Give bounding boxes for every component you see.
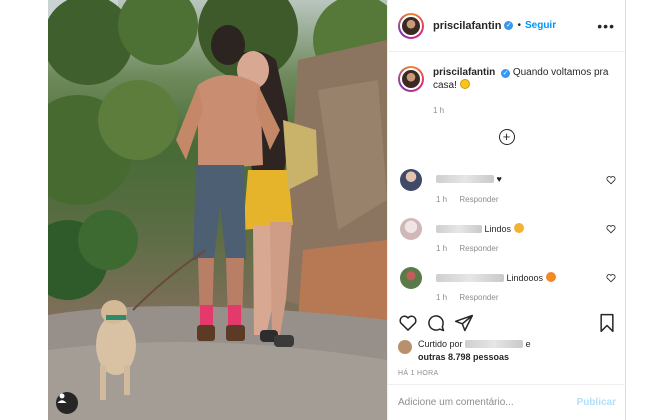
comment-time: 1 h <box>436 293 448 302</box>
comment-avatar[interactable] <box>400 267 422 289</box>
tagged-users-button[interactable] <box>56 392 78 414</box>
comment-text: ♥ <box>496 174 502 184</box>
more-horizontal-icon[interactable]: ••• <box>597 18 615 34</box>
caption-avatar[interactable] <box>398 66 424 92</box>
blurred-liker-username[interactable] <box>465 340 524 348</box>
user-icon <box>57 393 67 403</box>
likes-summary: Curtido por e outras 8.798 pessoas <box>398 338 623 364</box>
header-separator: • <box>517 20 521 31</box>
heart-eyes-emoji-icon <box>545 272 556 282</box>
heart-icon[interactable] <box>606 175 616 185</box>
bookmark-icon[interactable] <box>598 313 616 333</box>
caption-time: 1 h <box>433 106 445 115</box>
blurred-username[interactable] <box>436 175 494 183</box>
post-timestamp[interactable]: HÁ 1 HORA <box>398 370 438 377</box>
post-action-bar <box>398 313 618 335</box>
comment-avatar[interactable] <box>400 169 422 191</box>
liked-by-prefix: Curtido por <box>418 339 463 349</box>
liked-by-connector: e <box>525 339 531 349</box>
like-heart-icon[interactable] <box>398 313 418 333</box>
sun-emoji-icon <box>459 79 470 89</box>
reply-button[interactable]: Responder <box>459 293 498 302</box>
publish-button[interactable]: Publicar <box>577 397 616 408</box>
blurred-username[interactable] <box>436 225 482 233</box>
follow-button[interactable]: Seguir <box>525 20 556 31</box>
photo-scene <box>48 0 387 420</box>
heart-icon[interactable] <box>606 273 616 283</box>
verified-badge-icon: ✓ <box>501 69 511 78</box>
comment-avatar[interactable] <box>400 218 422 240</box>
heart-icon[interactable] <box>606 224 616 234</box>
post-photo[interactable] <box>48 0 387 420</box>
verified-badge-icon: ✓ <box>504 21 514 30</box>
share-paper-plane-icon[interactable] <box>454 313 474 333</box>
comment-time: 1 h <box>436 244 448 253</box>
caption-username[interactable]: priscilafantin <box>433 67 495 78</box>
comment-bubble-icon[interactable] <box>426 313 446 333</box>
add-comment-bar: Adicione um comentário... Publicar <box>388 384 626 420</box>
others-likes-link[interactable]: outras 8.798 pessoas <box>418 352 509 362</box>
post-caption: priscilafantin ✓ Quando voltamos pra cas… <box>388 52 625 92</box>
comment-text: Lindooos <box>506 273 544 283</box>
clap-emoji-icon <box>513 223 524 233</box>
header-username[interactable]: priscilafantin <box>433 20 501 32</box>
post-header: priscilafantin ✓ • Seguir ••• <box>388 0 625 52</box>
comment-time: 1 h <box>436 195 448 204</box>
post-side-panel: priscilafantin ✓ • Seguir ••• priscilafa… <box>387 0 626 420</box>
avatar[interactable] <box>398 12 424 39</box>
plus-circle-icon[interactable]: + <box>498 129 515 145</box>
comment-input[interactable]: Adicione um comentário... <box>398 397 514 408</box>
liker-avatar[interactable] <box>398 340 412 354</box>
blurred-username[interactable] <box>436 274 504 282</box>
comment-text: Lindos <box>484 224 512 234</box>
reply-button[interactable]: Responder <box>459 195 498 204</box>
reply-button[interactable]: Responder <box>459 244 498 253</box>
